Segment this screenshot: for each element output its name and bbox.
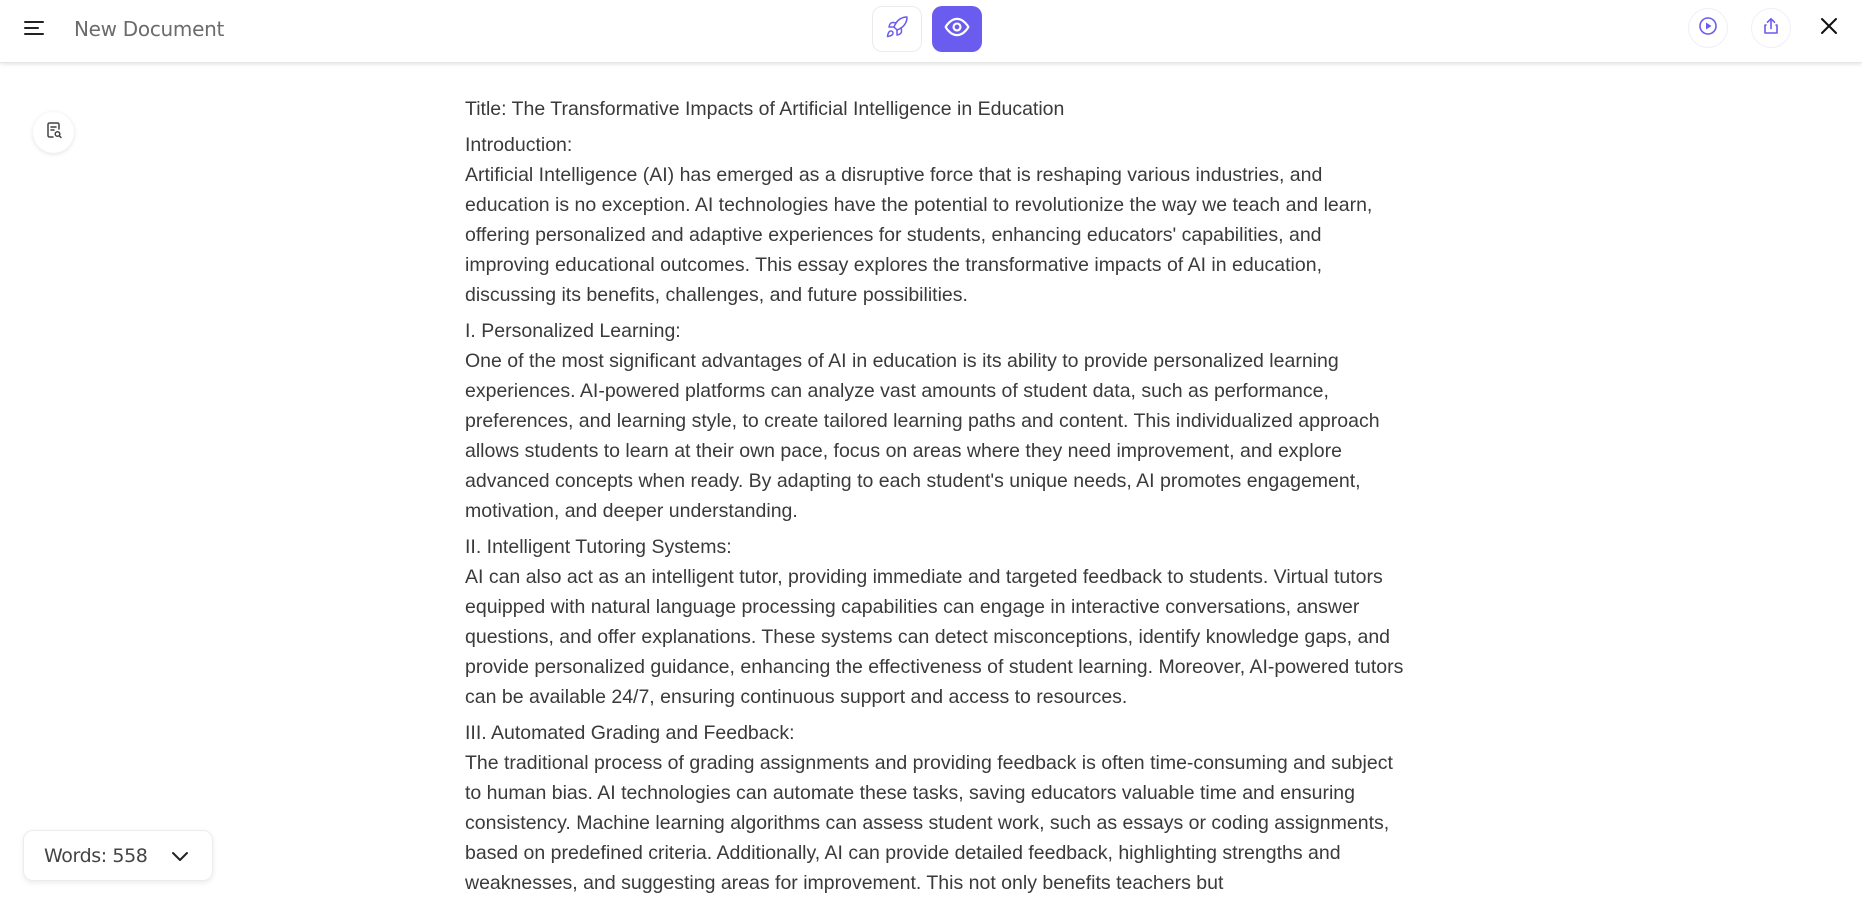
section-body: One of the most significant advantages o… xyxy=(465,350,1380,522)
section-body: Artificial Intelligence (AI) has emerged… xyxy=(465,164,1373,306)
share-upload-icon xyxy=(1761,16,1781,41)
menu-button[interactable] xyxy=(20,16,48,44)
rocket-icon xyxy=(885,15,909,44)
word-count-label: Words: 558 xyxy=(44,844,148,867)
play-button[interactable] xyxy=(1688,8,1728,48)
preview-button[interactable] xyxy=(932,6,982,52)
close-icon xyxy=(1820,17,1838,40)
section-heading: II. Intelligent Tutoring Systems: xyxy=(465,536,732,558)
close-button[interactable] xyxy=(1815,14,1843,42)
document-search-icon xyxy=(44,120,64,145)
document-heading: Title: The Transformative Impacts of Art… xyxy=(465,98,1065,120)
section-automated-grading: III. Automated Grading and Feedback: The… xyxy=(465,718,1405,897)
eye-icon xyxy=(944,14,970,45)
section-heading: III. Automated Grading and Feedback: xyxy=(465,722,795,744)
word-count-dropdown[interactable]: Words: 558 xyxy=(23,830,213,881)
section-body: AI can also act as an intelligent tutor,… xyxy=(465,566,1404,708)
top-bar: New Document xyxy=(0,0,1862,63)
chevron-down-icon xyxy=(170,847,190,870)
document-search-button[interactable] xyxy=(33,112,74,153)
section-intelligent-tutoring: II. Intelligent Tutoring Systems: AI can… xyxy=(465,532,1405,712)
section-body: The traditional process of grading assig… xyxy=(465,752,1393,894)
section-personalized-learning: I. Personalized Learning: One of the mos… xyxy=(465,316,1405,526)
play-circle-icon xyxy=(1698,16,1718,41)
section-introduction: Introduction: Artificial Intelligence (A… xyxy=(465,130,1405,310)
section-heading: I. Personalized Learning: xyxy=(465,320,681,342)
share-button[interactable] xyxy=(1751,8,1791,48)
hamburger-menu-icon xyxy=(24,20,44,41)
section-heading: Introduction: xyxy=(465,134,573,156)
document-title[interactable]: New Document xyxy=(74,16,224,42)
document-content[interactable]: Title: The Transformative Impacts of Art… xyxy=(465,94,1405,897)
rocket-button[interactable] xyxy=(872,6,922,52)
center-toolbar xyxy=(872,6,982,52)
